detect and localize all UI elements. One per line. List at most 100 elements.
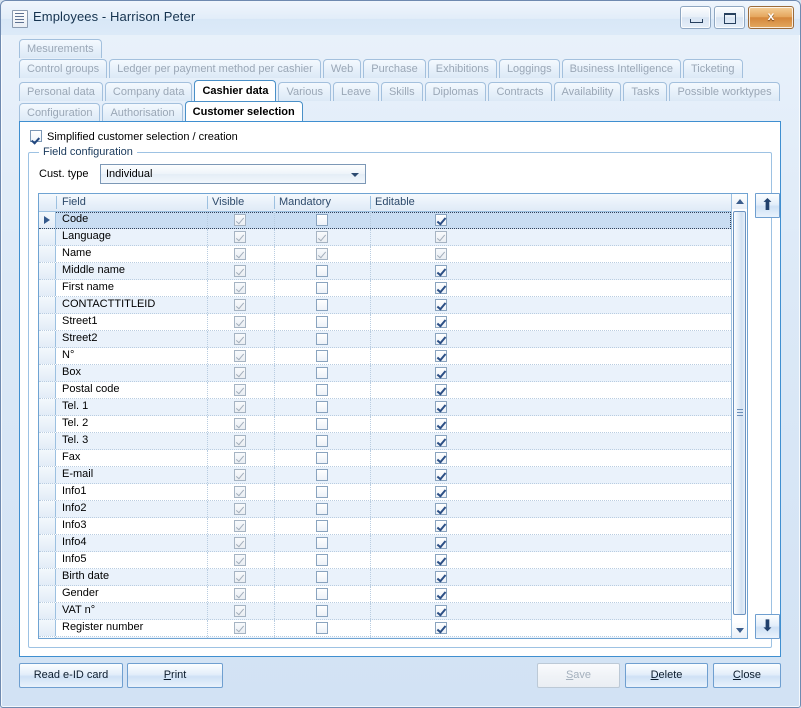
field-configuration-grid[interactable]: Field Visible Mandatory Editable CodeLan… <box>38 193 748 639</box>
table-row[interactable]: Street1 <box>39 314 731 331</box>
table-row[interactable]: Info1 <box>39 484 731 501</box>
tab-customer-selection[interactable]: Customer selection <box>185 101 303 122</box>
table-row[interactable]: Middle name <box>39 263 731 280</box>
mandatory-checkbox[interactable] <box>316 214 328 226</box>
visible-checkbox-cell[interactable] <box>234 469 246 481</box>
visible-checkbox[interactable] <box>234 435 246 447</box>
table-row[interactable]: Tel. 1 <box>39 399 731 416</box>
editable-checkbox-cell[interactable] <box>435 367 447 379</box>
table-row[interactable]: CONTACTTITLEID <box>39 297 731 314</box>
visible-checkbox-cell[interactable] <box>234 503 246 515</box>
table-row[interactable]: First name <box>39 280 731 297</box>
mandatory-checkbox-cell[interactable] <box>316 282 328 294</box>
mandatory-checkbox-cell[interactable] <box>316 214 328 226</box>
tab-web[interactable]: Web <box>323 59 361 78</box>
row-header[interactable] <box>39 552 56 568</box>
row-header[interactable] <box>39 246 56 262</box>
row-header[interactable] <box>39 484 56 500</box>
mandatory-checkbox[interactable] <box>316 452 328 464</box>
mandatory-checkbox-cell[interactable] <box>316 299 328 311</box>
editable-checkbox-cell[interactable] <box>435 554 447 566</box>
tab-tasks[interactable]: Tasks <box>623 82 667 101</box>
visible-checkbox-cell[interactable] <box>234 384 246 396</box>
mandatory-checkbox-cell[interactable] <box>316 622 328 634</box>
tab-possible-worktypes[interactable]: Possible worktypes <box>669 82 779 101</box>
scrollbar-thumb[interactable] <box>733 211 746 615</box>
editable-checkbox-cell[interactable] <box>435 350 447 362</box>
table-row[interactable]: Info2 <box>39 501 731 518</box>
table-row[interactable]: Tel. 2 <box>39 416 731 433</box>
visible-checkbox-cell[interactable] <box>234 316 246 328</box>
visible-checkbox-cell[interactable] <box>234 486 246 498</box>
mandatory-checkbox-cell[interactable] <box>316 316 328 328</box>
editable-checkbox[interactable] <box>435 486 447 498</box>
table-row[interactable]: Code <box>39 212 731 229</box>
visible-checkbox-cell[interactable] <box>234 214 246 226</box>
table-row[interactable]: Name <box>39 246 731 263</box>
delete-button[interactable]: Delete <box>625 663 708 688</box>
grid-header-mandatory[interactable]: Mandatory <box>274 194 370 211</box>
editable-checkbox[interactable] <box>435 299 447 311</box>
editable-checkbox[interactable] <box>435 282 447 294</box>
mandatory-checkbox-cell[interactable] <box>316 520 328 532</box>
mandatory-checkbox[interactable] <box>316 265 328 277</box>
visible-checkbox[interactable] <box>234 333 246 345</box>
mandatory-checkbox-cell[interactable] <box>316 588 328 600</box>
editable-checkbox-cell[interactable] <box>435 418 447 430</box>
visible-checkbox-cell[interactable] <box>234 520 246 532</box>
mandatory-checkbox[interactable] <box>316 486 328 498</box>
visible-checkbox[interactable] <box>234 622 246 634</box>
mandatory-checkbox-cell[interactable] <box>316 231 328 243</box>
tab-various[interactable]: Various <box>278 82 330 101</box>
editable-checkbox-cell[interactable] <box>435 503 447 515</box>
table-row[interactable]: Gender <box>39 586 731 603</box>
tab-leave[interactable]: Leave <box>333 82 379 101</box>
mandatory-checkbox[interactable] <box>316 520 328 532</box>
editable-checkbox-cell[interactable] <box>435 486 447 498</box>
mandatory-checkbox[interactable] <box>316 435 328 447</box>
visible-checkbox[interactable] <box>234 316 246 328</box>
table-row[interactable]: E-mail <box>39 467 731 484</box>
editable-checkbox[interactable] <box>435 622 447 634</box>
close-button[interactable]: x <box>748 6 794 29</box>
row-header[interactable] <box>39 637 56 638</box>
editable-checkbox[interactable] <box>435 265 447 277</box>
visible-checkbox[interactable] <box>234 537 246 549</box>
editable-checkbox[interactable] <box>435 520 447 532</box>
mandatory-checkbox[interactable] <box>316 503 328 515</box>
visible-checkbox-cell[interactable] <box>234 231 246 243</box>
visible-checkbox-cell[interactable] <box>234 571 246 583</box>
visible-checkbox-cell[interactable] <box>234 418 246 430</box>
grid-header-editable[interactable]: Editable <box>370 194 731 211</box>
mandatory-checkbox[interactable] <box>316 316 328 328</box>
row-header[interactable] <box>39 297 56 313</box>
visible-checkbox[interactable] <box>234 231 246 243</box>
editable-checkbox[interactable] <box>435 418 447 430</box>
scroll-down-button[interactable] <box>732 623 747 638</box>
row-header[interactable] <box>39 331 56 347</box>
row-header[interactable] <box>39 450 56 466</box>
editable-checkbox[interactable] <box>435 537 447 549</box>
tab-configuration[interactable]: Configuration <box>19 103 100 122</box>
visible-checkbox-cell[interactable] <box>234 537 246 549</box>
mandatory-checkbox[interactable] <box>316 299 328 311</box>
editable-checkbox-cell[interactable] <box>435 282 447 294</box>
editable-checkbox-cell[interactable] <box>435 571 447 583</box>
row-header[interactable] <box>39 416 56 432</box>
mandatory-checkbox-cell[interactable] <box>316 435 328 447</box>
visible-checkbox-cell[interactable] <box>234 452 246 464</box>
row-header[interactable] <box>39 501 56 517</box>
editable-checkbox[interactable] <box>435 469 447 481</box>
editable-checkbox-cell[interactable] <box>435 520 447 532</box>
editable-checkbox-cell[interactable] <box>435 588 447 600</box>
visible-checkbox-cell[interactable] <box>234 282 246 294</box>
editable-checkbox-cell[interactable] <box>435 605 447 617</box>
visible-checkbox-cell[interactable] <box>234 605 246 617</box>
tab-exhibitions[interactable]: Exhibitions <box>428 59 497 78</box>
mandatory-checkbox[interactable] <box>316 401 328 413</box>
tab-contracts[interactable]: Contracts <box>488 82 551 101</box>
tab-diplomas[interactable]: Diplomas <box>425 82 487 101</box>
editable-checkbox[interactable] <box>435 350 447 362</box>
table-row[interactable]: Box <box>39 365 731 382</box>
simplified-customer-selection-checkbox[interactable]: Simplified customer selection / creation <box>30 130 238 145</box>
